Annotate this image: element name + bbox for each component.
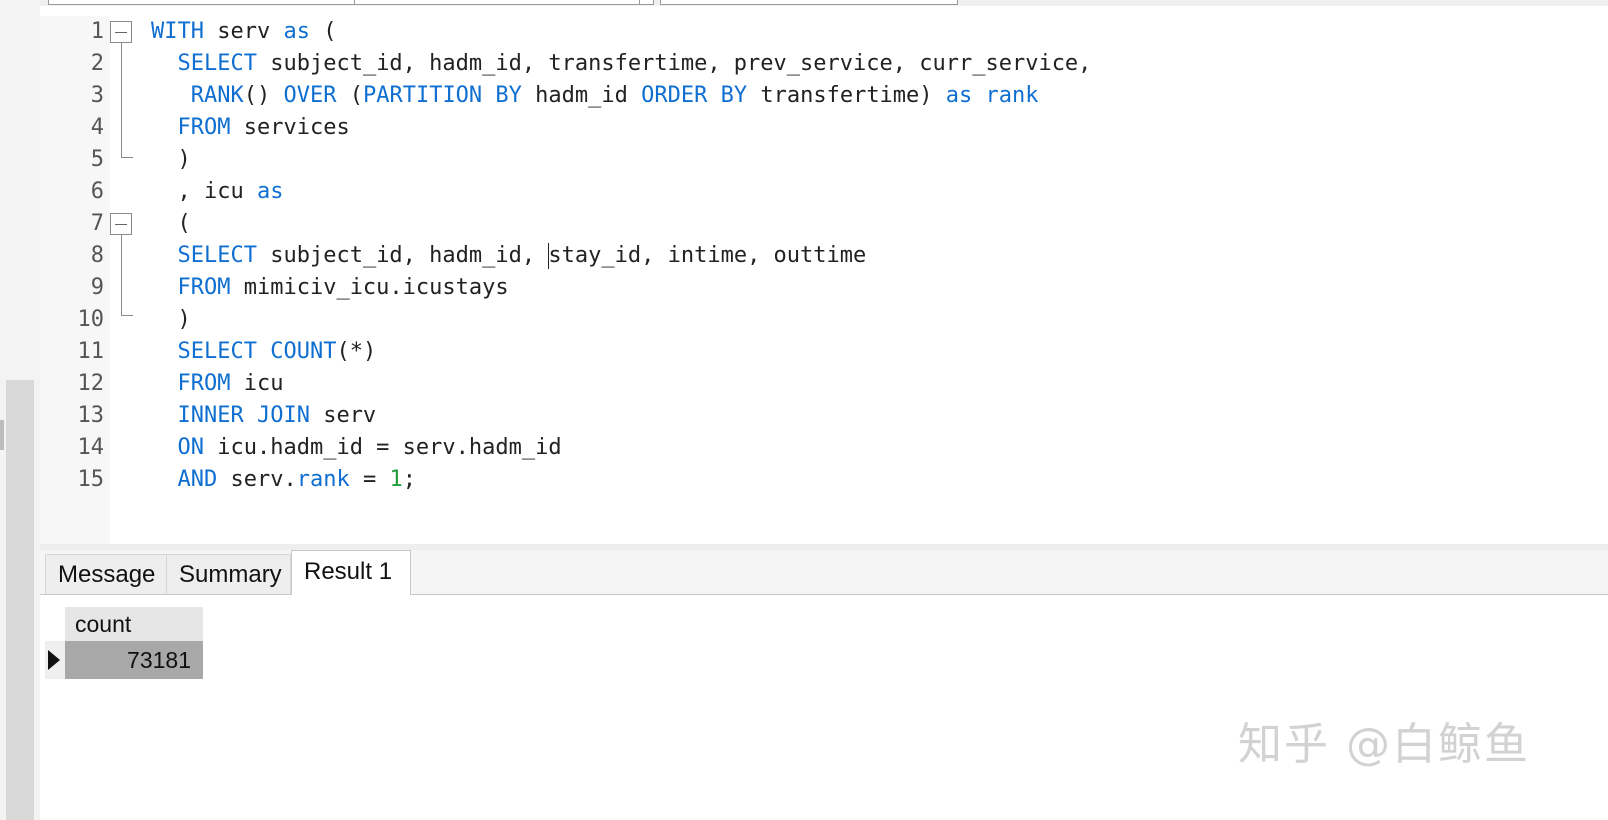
toolbar-remnant	[40, 0, 1608, 6]
line-number: 4	[90, 115, 104, 140]
column-header-count[interactable]: count	[65, 607, 203, 641]
line-number: 6	[90, 179, 104, 204]
line-number: 1	[90, 19, 104, 44]
watermark: 知乎 @白鲸鱼	[1238, 719, 1530, 770]
line-number: 10	[77, 307, 105, 332]
code-line: AND serv.rank = 1;	[177, 467, 416, 492]
fold-collapse-icon[interactable]	[110, 21, 132, 43]
line-numbers: 1 2 3 4 5 6 7 8 9 10 11 12 13 14 15	[40, 16, 105, 496]
text-caret	[548, 243, 550, 269]
code-line: SELECT COUNT(*)	[177, 339, 377, 364]
code-line: )	[151, 147, 191, 172]
code-line: WITH serv as (	[151, 19, 337, 44]
fold-end-marker	[121, 157, 133, 158]
fold-collapse-icon[interactable]	[110, 213, 132, 235]
sql-editor[interactable]: 1 2 3 4 5 6 7 8 9 10 11 12 13 14 15 WITH…	[40, 16, 1608, 556]
left-splitter-handle[interactable]	[0, 420, 4, 450]
line-number: 11	[77, 339, 105, 364]
results-tab-bar: Message Summary Result 1	[40, 550, 1608, 595]
result-cell[interactable]: 73181	[65, 641, 203, 679]
line-number: 14	[77, 435, 105, 460]
code-line: RANK() OVER (PARTITION BY hadm_id ORDER …	[190, 83, 1039, 108]
line-number: 8	[90, 243, 104, 268]
editor-gutter: 1 2 3 4 5 6 7 8 9 10 11 12 13 14 15	[40, 16, 110, 556]
line-number: 2	[90, 51, 104, 76]
toolbar-combo-3[interactable]	[660, 0, 958, 5]
fold-guide	[121, 235, 122, 315]
left-scrollbar[interactable]	[6, 380, 34, 820]
code-line: FROM icu	[177, 371, 284, 396]
current-row-arrow-icon	[48, 650, 60, 670]
code-line: SELECT subject_id, hadm_id, transfertime…	[177, 51, 1092, 76]
code-line: SELECT subject_id, hadm_id, stay_id, int…	[177, 243, 867, 269]
code-line: FROM services	[177, 115, 350, 140]
line-number: 9	[90, 275, 104, 300]
code-area[interactable]: WITH serv as ( SELECT subject_id, hadm_i…	[151, 16, 1091, 496]
code-line: INNER JOIN serv	[177, 403, 377, 428]
tab-result-1[interactable]: Result 1	[291, 550, 411, 595]
fold-guide	[121, 43, 122, 157]
toolbar-combo-2[interactable]	[354, 0, 640, 5]
line-number: 7	[90, 211, 104, 236]
code-line: )	[151, 307, 191, 332]
left-panel-strip	[0, 0, 40, 820]
code-line: FROM mimiciv_icu.icustays	[177, 275, 509, 300]
line-number: 3	[90, 83, 104, 108]
code-line: ON icu.hadm_id = serv.hadm_id	[177, 435, 562, 460]
line-number: 13	[77, 403, 105, 428]
tab-summary[interactable]: Summary	[166, 554, 291, 594]
line-number: 15	[77, 467, 105, 492]
code-line: (	[151, 211, 191, 236]
line-number: 5	[90, 147, 104, 172]
line-number: 12	[77, 371, 105, 396]
fold-end-marker	[121, 315, 133, 316]
fold-column	[106, 16, 136, 556]
code-line: , icu as	[151, 179, 284, 204]
tab-message[interactable]: Message	[45, 554, 167, 594]
